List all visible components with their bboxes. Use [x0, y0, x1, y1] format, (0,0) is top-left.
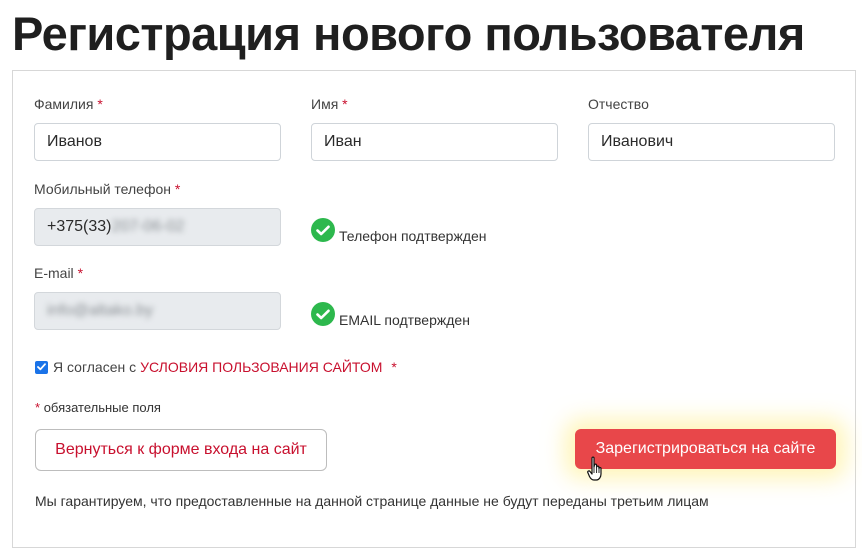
check-circle-icon: [311, 302, 335, 326]
required-mark: *: [391, 359, 397, 375]
email-input: info@altako.by: [34, 292, 281, 330]
required-mark: *: [97, 96, 103, 112]
register-button[interactable]: Зарегистрироваться на сайте: [575, 429, 836, 469]
back-to-login-button[interactable]: Вернуться к форме входа на сайт: [35, 429, 327, 471]
required-mark: *: [174, 181, 181, 197]
privacy-guarantee-text: Мы гарантируем, что предоставленные на д…: [35, 493, 709, 509]
email-hidden-value: info@altako.by: [47, 302, 154, 319]
phone-prefix: +375(33): [47, 218, 112, 235]
last-name-label: Фамилия *: [34, 96, 103, 112]
phone-label: Мобильный телефон *: [34, 181, 181, 197]
agree-text: Я согласен с: [53, 359, 137, 375]
hand-pointer-icon: [587, 456, 602, 481]
required-fields-note: * обязательные поля: [35, 400, 161, 415]
first-name-input[interactable]: Иван: [311, 123, 558, 161]
email-label: E-mail *: [34, 265, 84, 281]
phone-input: +375(33) 207-06-02: [34, 208, 281, 246]
phone-hidden-digits: 207-06-02: [111, 218, 185, 235]
phone-verified-status: Телефон подтвержден: [339, 228, 487, 244]
email-verified-status: EMAIL подтвержден: [339, 312, 470, 328]
middle-name-label: Отчество: [588, 96, 649, 112]
middle-name-input[interactable]: Иванович: [588, 123, 835, 161]
terms-link[interactable]: УСЛОВИЯ ПОЛЬЗОВАНИЯ САЙТОМ: [140, 359, 382, 375]
agree-row: Я согласен с УСЛОВИЯ ПОЛЬЗОВАНИЯ САЙТОМ …: [35, 359, 397, 375]
required-mark: *: [77, 265, 84, 281]
agree-checkbox[interactable]: [35, 360, 48, 374]
page-title: Регистрация нового пользователя: [12, 7, 805, 60]
required-mark: *: [342, 96, 348, 112]
last-name-input[interactable]: Иванов: [34, 123, 281, 161]
check-circle-icon: [311, 218, 335, 242]
first-name-label: Имя *: [311, 96, 348, 112]
registration-form: Фамилия * Имя * Отчество Иванов Иван Ива…: [12, 70, 856, 548]
